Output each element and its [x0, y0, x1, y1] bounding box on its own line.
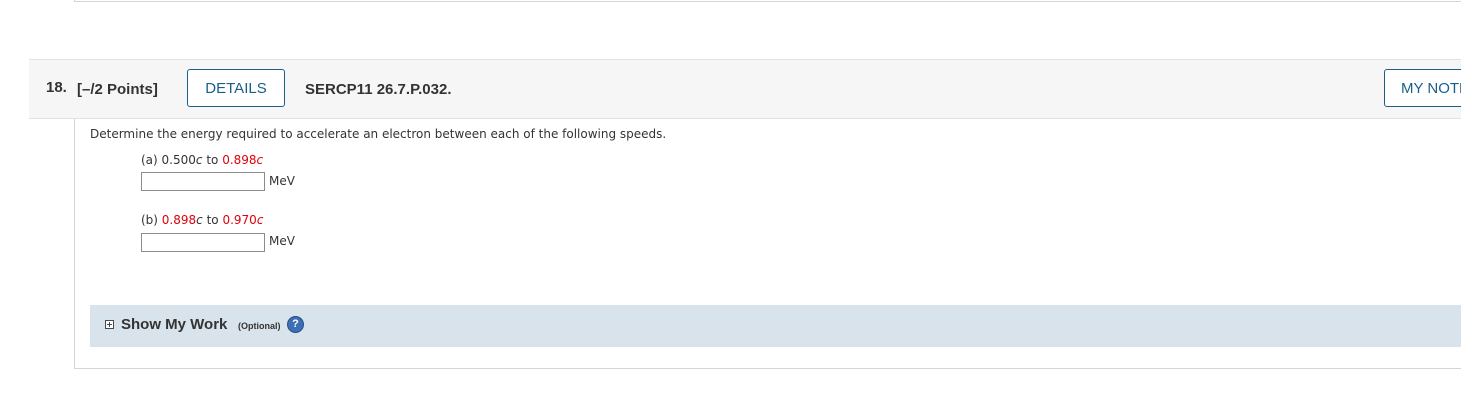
show-my-work-bar[interactable]: Show My Work (Optional) ?: [90, 305, 1461, 347]
part-a-unit: MeV: [269, 174, 295, 188]
show-my-work-title[interactable]: Show My Work: [121, 316, 227, 333]
show-my-work-optional: (Optional): [238, 321, 281, 331]
question-number: 18.: [46, 79, 67, 96]
part-a-answer-input[interactable]: [141, 172, 265, 191]
question-prompt: Determine the energy required to acceler…: [90, 127, 667, 141]
question-code: SERCP11 26.7.P.032.: [305, 81, 452, 98]
question-circle-icon[interactable]: ?: [287, 316, 304, 333]
previous-question-border: [74, 0, 1461, 2]
part-b-label: (b) 0.898c to 0.970c: [141, 213, 264, 227]
plus-box-icon[interactable]: [105, 320, 114, 329]
part-b-unit: MeV: [269, 234, 295, 248]
my-notes-button[interactable]: MY NOTES: [1384, 69, 1461, 107]
question-body: Determine the energy required to acceler…: [74, 119, 1461, 369]
question-header: 18. [–/2 Points] DETAILS SERCP11 26.7.P.…: [29, 59, 1461, 119]
part-b-answer-input[interactable]: [141, 233, 265, 252]
details-button[interactable]: DETAILS: [187, 69, 285, 107]
part-a-label: (a) 0.500c to 0.898c: [141, 153, 264, 167]
question-points: [–/2 Points]: [77, 81, 158, 98]
